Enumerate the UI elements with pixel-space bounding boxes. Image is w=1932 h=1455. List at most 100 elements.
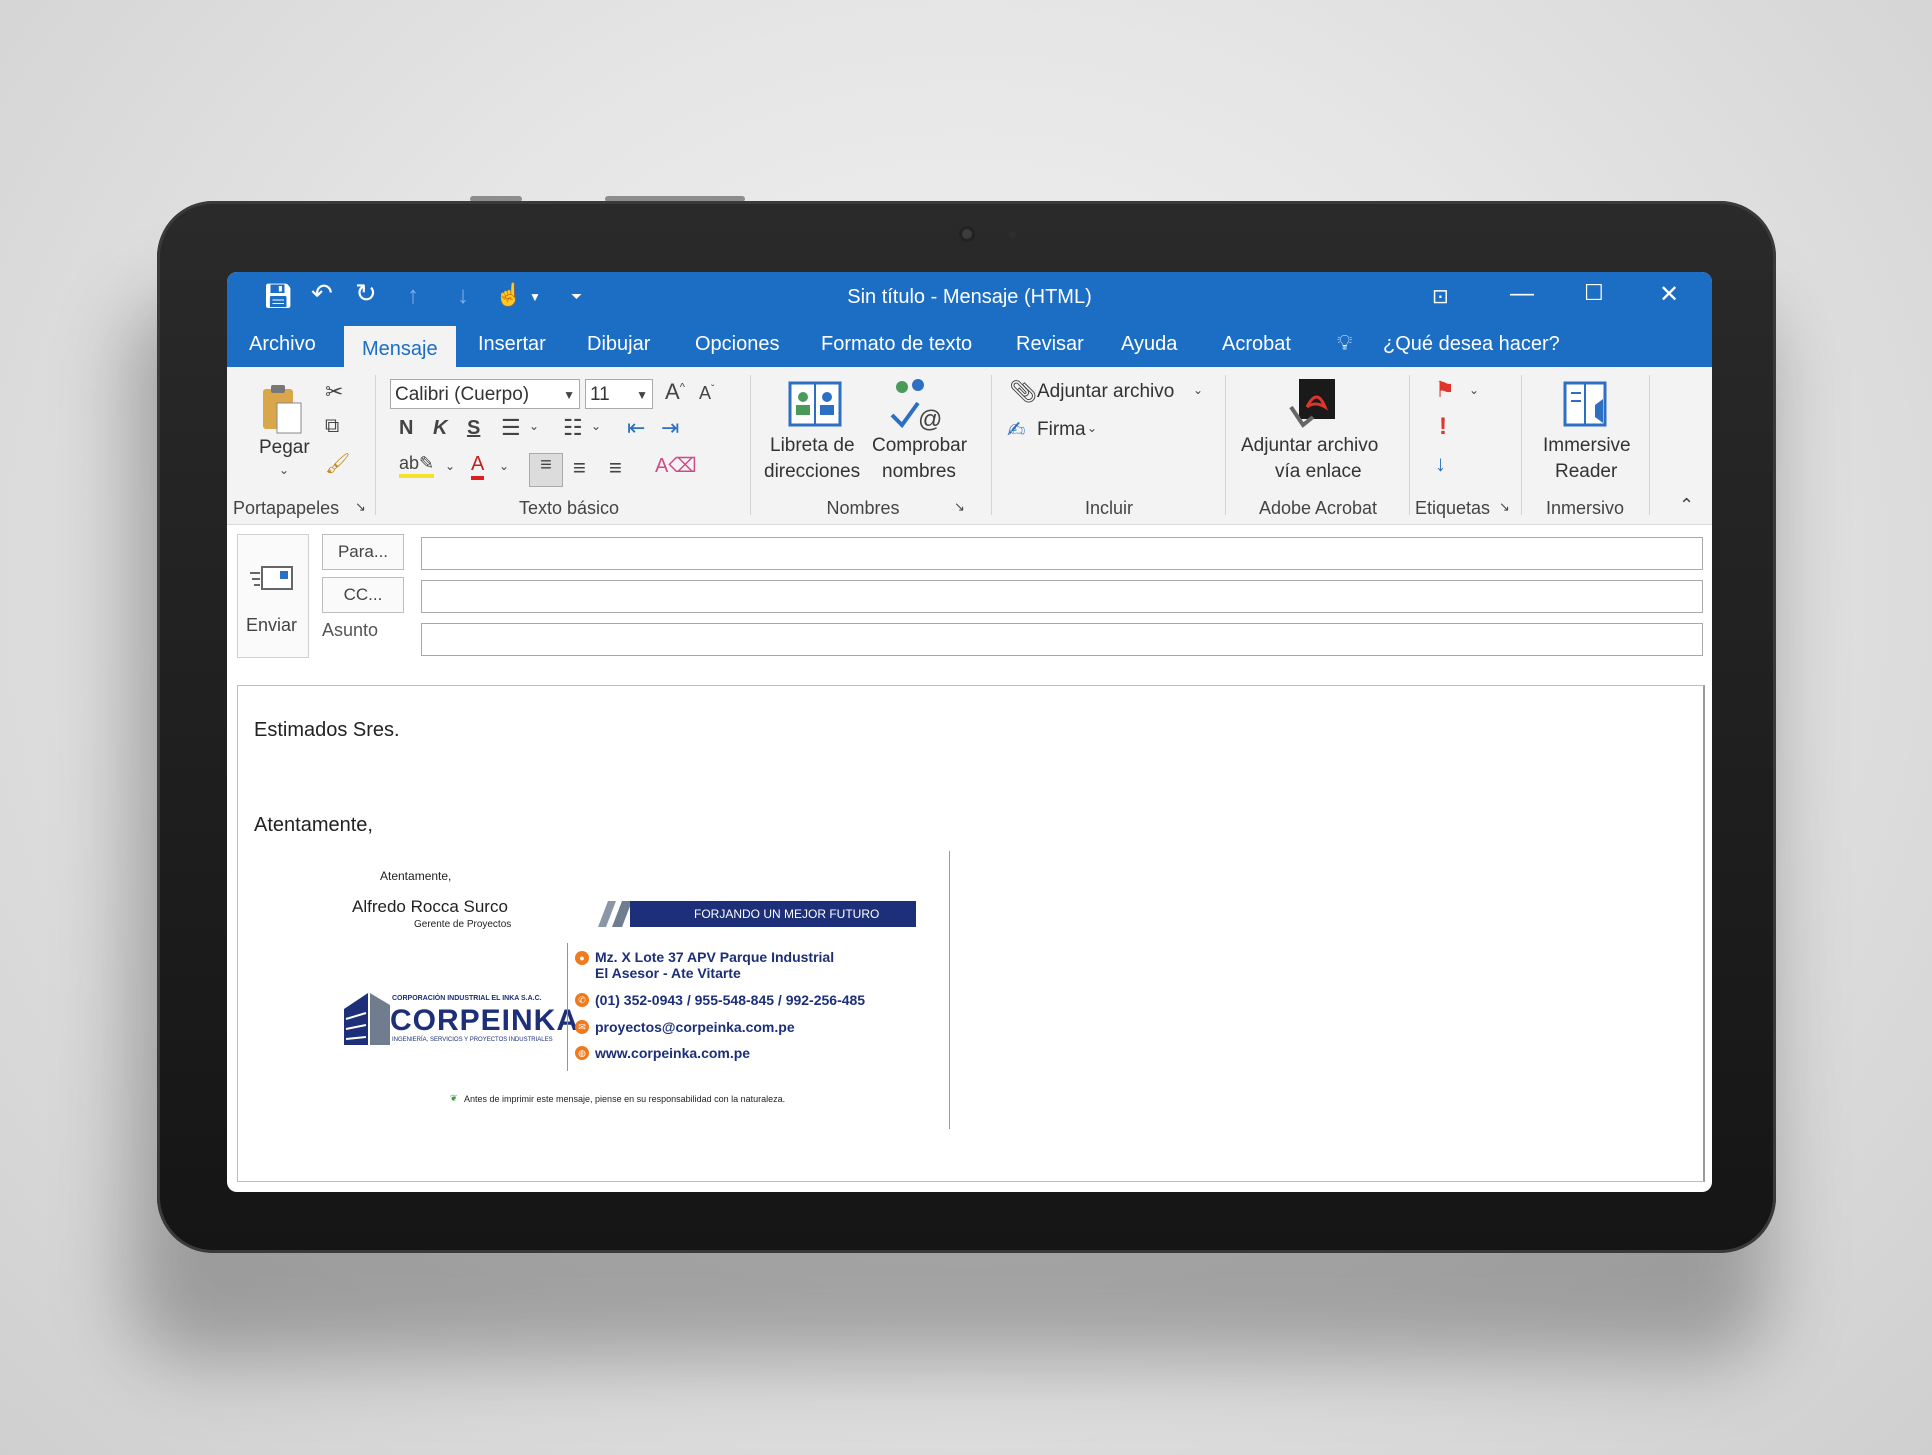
high-importance-icon[interactable]: !	[1439, 413, 1447, 441]
collapse-ribbon-icon[interactable]: ⌃	[1679, 495, 1694, 516]
grow-font-icon[interactable]: A^	[665, 379, 685, 405]
immersive-reader-label-1[interactable]: Immersive	[1543, 435, 1631, 457]
website[interactable]: www.corpeinka.com.pe	[595, 1045, 750, 1061]
font-name-select[interactable]: Calibri (Cuerpo) ▼	[390, 379, 580, 409]
contact-divider	[567, 943, 568, 1071]
align-center-icon[interactable]: ≡	[573, 455, 586, 481]
follow-up-flag-icon[interactable]: ⚑	[1435, 377, 1455, 403]
underline-button[interactable]: S	[467, 417, 480, 440]
attach-link-label-1[interactable]: Adjuntar archivo	[1241, 435, 1378, 457]
message-body[interactable]: Estimados Sres. Atentamente, Atentamente…	[237, 685, 1705, 1182]
format-painter-icon[interactable]: 🖌︎	[325, 451, 350, 476]
cc-field[interactable]	[421, 580, 1703, 613]
dialog-launcher-icon[interactable]: ↘	[355, 499, 366, 515]
sensor-icon	[1009, 231, 1016, 238]
immersive-reader-label-2[interactable]: Reader	[1555, 461, 1617, 483]
paste-dropdown-icon[interactable]: ⌄	[279, 463, 289, 477]
subject-field[interactable]	[421, 623, 1703, 656]
svg-text:@: @	[918, 406, 942, 431]
closing-text: Atentamente,	[254, 814, 373, 836]
tab-archivo[interactable]: Archivo	[249, 333, 316, 356]
lightbulb-icon: 💡︎	[1337, 330, 1353, 355]
cut-icon[interactable]: ✂	[325, 379, 343, 405]
decrease-indent-icon[interactable]: ⇤	[627, 415, 645, 441]
group-include: 📎︎ Adjuntar archivo ⌄ ✍︎ Firma ⌄ Incluir	[995, 371, 1223, 521]
tab-revisar[interactable]: Revisar	[1016, 333, 1084, 356]
align-left-icon[interactable]: ≡	[529, 453, 563, 487]
tell-me-search[interactable]: ¿Qué desea hacer?	[1383, 333, 1560, 356]
bullets-dropdown-icon[interactable]: ⌄	[529, 419, 539, 433]
numbering-icon[interactable]: ☷	[563, 415, 583, 441]
signature-dropdown-icon[interactable]: ⌄	[1087, 421, 1097, 435]
tab-formato-texto[interactable]: Formato de texto	[821, 333, 972, 356]
send-label: Enviar	[246, 615, 298, 635]
tab-insertar[interactable]: Insertar	[478, 333, 546, 356]
font-size-select[interactable]: 11 ▼	[585, 379, 653, 409]
attach-file-button[interactable]: Adjuntar archivo	[1037, 381, 1174, 403]
italic-button[interactable]: K	[433, 417, 447, 440]
address-book-icon[interactable]	[788, 379, 844, 429]
phone-icon: ✆	[575, 993, 589, 1007]
increase-indent-icon[interactable]: ⇥	[661, 415, 679, 441]
paste-label[interactable]: Pegar	[259, 437, 310, 459]
signature-button[interactable]: Firma	[1037, 419, 1086, 441]
chevron-down-icon: ▼	[563, 388, 575, 402]
font-color-icon[interactable]: A	[471, 453, 485, 480]
bullets-icon[interactable]: ☰	[501, 415, 521, 441]
align-right-icon[interactable]: ≡	[609, 455, 622, 481]
font-color-dropdown-icon[interactable]: ⌄	[499, 459, 509, 473]
flag-dropdown-icon[interactable]: ⌄	[1469, 383, 1479, 397]
group-adobe-acrobat: Adjuntar archivo vía enlace Adobe Acroba…	[1229, 371, 1407, 521]
highlight-icon[interactable]: ab✎	[399, 453, 435, 478]
subject-label: Asunto	[322, 620, 379, 640]
low-importance-icon[interactable]: ↓	[1435, 451, 1446, 477]
tab-ayuda[interactable]: Ayuda	[1121, 333, 1177, 356]
tab-dibujar[interactable]: Dibujar	[587, 333, 650, 356]
paperclip-icon[interactable]: 📎︎	[1009, 379, 1037, 405]
signature-role: Gerente de Proyectos	[414, 919, 512, 930]
check-names-label-2[interactable]: nombres	[882, 461, 956, 483]
minimize-button[interactable]: —	[1510, 280, 1534, 308]
cc-button[interactable]: CC...	[322, 577, 404, 613]
shrink-font-icon[interactable]: Aˇ	[699, 383, 714, 404]
to-button[interactable]: Para...	[322, 534, 404, 570]
maximize-button[interactable]: ☐	[1584, 280, 1604, 306]
tab-mensaje[interactable]: Mensaje	[344, 326, 456, 367]
phone-numbers: (01) 352-0943 / 955-548-845 / 992-256-48…	[595, 992, 866, 1008]
address-book-label-2[interactable]: direcciones	[764, 461, 860, 483]
bold-button[interactable]: N	[399, 417, 413, 440]
immersive-reader-icon[interactable]	[1561, 379, 1617, 431]
attach-dropdown-icon[interactable]: ⌄	[1193, 383, 1203, 397]
check-names-icon[interactable]: @	[888, 375, 944, 431]
globe-icon: ◍	[575, 1046, 589, 1060]
signature-divider	[949, 851, 950, 1129]
tab-acrobat[interactable]: Acrobat	[1222, 333, 1291, 356]
separator	[1225, 375, 1226, 515]
email-icon: ✉	[575, 1020, 589, 1034]
signature-icon[interactable]: ✍︎	[1007, 417, 1025, 443]
dialog-launcher-icon[interactable]: ↘	[1499, 499, 1510, 515]
to-field[interactable]	[421, 537, 1703, 570]
ribbon-display-icon[interactable]: ⊡	[1432, 284, 1449, 309]
numbering-dropdown-icon[interactable]: ⌄	[591, 419, 601, 433]
address-line-2: El Asesor - Ate Vitarte	[595, 965, 741, 981]
separator	[1409, 375, 1410, 515]
clear-formatting-icon[interactable]: A⌫	[655, 453, 697, 478]
attach-link-label-2[interactable]: vía enlace	[1275, 461, 1362, 483]
ribbon: Pegar ⌄ ✂ ⧉ 🖌︎ Portapapeles ↘ Calibri (C…	[227, 367, 1712, 525]
company-tagline: INGENIERÍA, SERVICIOS Y PROYECTOS INDUST…	[392, 1037, 553, 1043]
highlight-dropdown-icon[interactable]: ⌄	[445, 459, 455, 473]
send-button[interactable]: Enviar	[237, 534, 309, 658]
leaf-icon: ❦	[450, 1093, 458, 1103]
send-icon	[250, 566, 293, 590]
tab-opciones[interactable]: Opciones	[695, 333, 780, 356]
group-tags: ⚑ ⌄ ! ↓ Etiquetas ↘	[1413, 371, 1519, 521]
close-button[interactable]: ✕	[1659, 280, 1679, 309]
font-name-value: Calibri (Cuerpo)	[395, 384, 530, 405]
copy-icon[interactable]: ⧉	[325, 415, 339, 438]
paste-icon[interactable]	[261, 383, 305, 435]
check-names-label-1[interactable]: Comprobar	[872, 435, 967, 457]
email-address[interactable]: proyectos@corpeinka.com.pe	[595, 1019, 795, 1035]
acrobat-attach-icon[interactable]	[1285, 377, 1341, 433]
address-book-label-1[interactable]: Libreta de	[770, 435, 855, 457]
